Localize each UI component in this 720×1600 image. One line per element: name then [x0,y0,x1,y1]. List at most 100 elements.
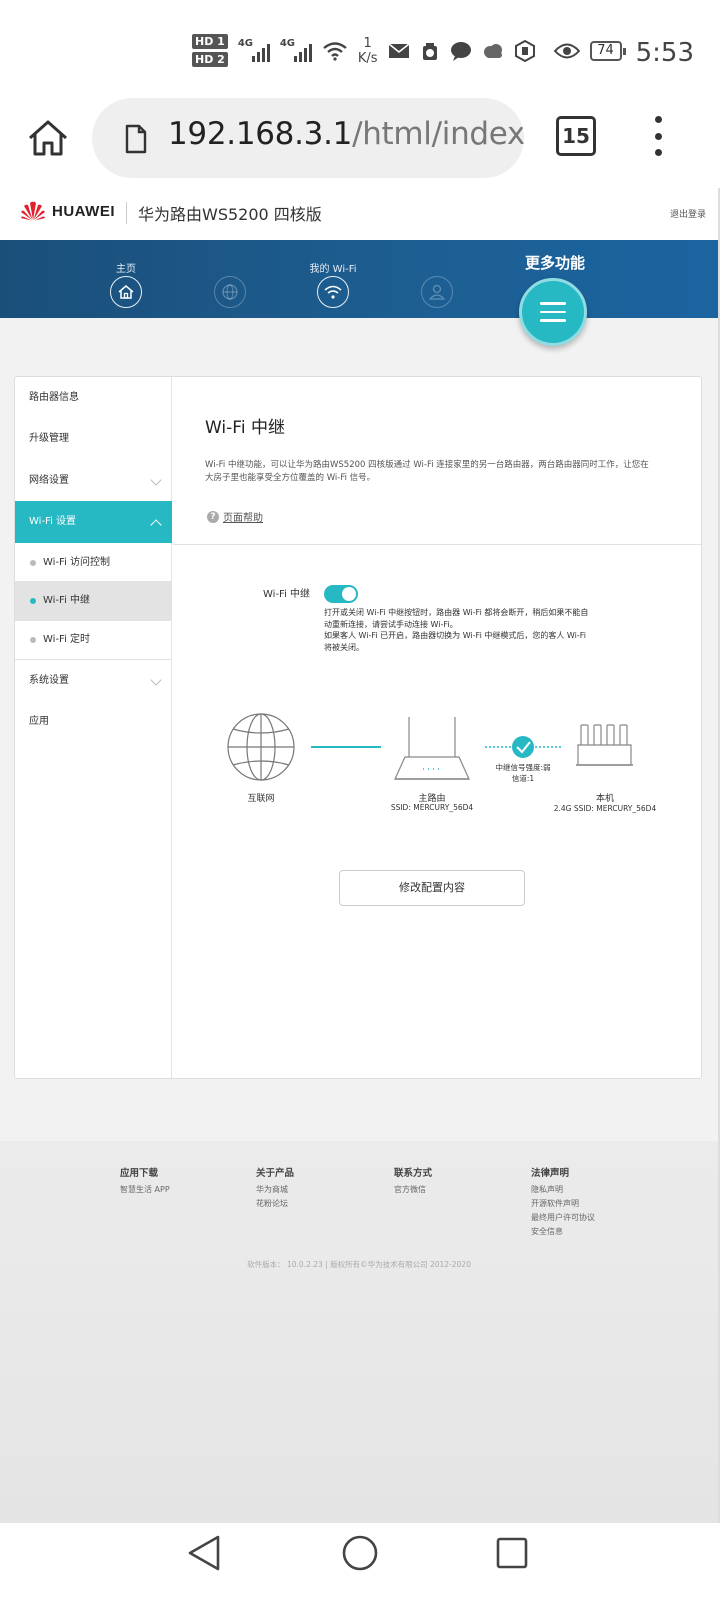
this-device-ssid: 2.4G SSID: MERCURY_56D4 [553,804,657,813]
system-navigation-bar [0,1523,720,1600]
sidebar: 路由器信息 升级管理 网络设置 Wi-Fi 设置 Wi-Fi 访问控制 Wi-F… [15,377,172,1078]
logout-link[interactable]: 退出登录 [670,207,706,220]
sidebar-subitem-wifi-relay[interactable]: Wi-Fi 中继 [15,581,172,621]
sidebar-item-system[interactable]: 系统设置 [15,660,172,702]
top-navigation: 主页 我的 Wi-Fi 更多功能 [0,240,718,318]
speed-value: 1 [363,35,372,51]
help-icon: ? [207,510,219,523]
chevron-down-icon [150,474,162,486]
router-header: HUAWEI 华为路由WS5200 四核版 退出登录 [0,188,718,240]
relay-signal-strength: 中继信号强度:弱 [495,763,551,772]
address-bar[interactable]: 192.168.3.1/html/index [92,98,524,178]
home-circle-icon[interactable] [342,1535,378,1571]
internet-label: 互联网 [247,794,275,804]
footer-col-product: 关于产品 华为商城 花粉论坛 [256,1165,294,1211]
chevron-up-icon [150,519,162,531]
footer-link[interactable]: 开源软件声明 [531,1197,595,1211]
huawei-logo: HUAWEI [20,200,115,222]
recents-icon[interactable] [496,1537,528,1569]
footer-link[interactable]: 安全信息 [531,1225,595,1239]
nav-my-wifi[interactable]: 我的 Wi-Fi [293,260,373,308]
mail-icon [388,42,410,58]
relay-note-1: 打开或关闭 Wi-Fi 中继按钮时，路由器 Wi-Fi 都将会断开，稍后如果不能… [324,608,589,629]
nav-home-icon [110,276,142,308]
more-menu-icon[interactable] [652,116,664,156]
settings-card: 路由器信息 升级管理 网络设置 Wi-Fi 设置 Wi-Fi 访问控制 Wi-F… [14,376,702,1079]
sidebar-item-apps[interactable]: 应用 [15,701,172,743]
browser-toolbar: 192.168.3.1/html/index 15 [0,98,720,178]
page-description: Wi-Fi 中继功能，可以让华为路由WS5200 四核版通过 Wi-Fi 连接家… [205,460,649,483]
relay-toggle-label: Wi-Fi 中继 [263,589,311,600]
page-help-link[interactable]: ? 页面帮助 [207,509,263,524]
signal-1-icon: 4G [237,37,270,62]
nav-users[interactable] [397,260,477,308]
this-router-icon [576,724,633,766]
cloud-icon [483,43,502,58]
relay-channel: 信道:1 [511,774,535,783]
signal-2-icon: 4G [280,38,312,62]
url-host: 192.168.3.1 [168,116,353,152]
sidebar-item-label: Wi-Fi 访问控制 [43,557,111,568]
footer-link[interactable]: 隐私声明 [531,1183,595,1197]
clock: 5:53 [635,38,694,68]
nav-globe-icon [214,276,246,308]
nav-wifi-icon [317,276,349,308]
this-device-label: 本机 [595,794,614,804]
hd-indicators: HD 1 HD 2 [192,34,228,67]
status-bar: HD 1 HD 2 4G 4G 1 K/s 74 5:53 [0,0,720,100]
url-text: 192.168.3.1/html/index [168,116,524,152]
sidebar-item-upgrade[interactable]: 升级管理 [15,418,172,460]
url-path: /html/index [352,116,524,152]
battery-icon: 74 [589,40,626,61]
signal-1-label: 4G [237,37,253,49]
sidebar-item-router-info[interactable]: 路由器信息 [15,377,172,419]
sidebar-item-label: 网络设置 [29,475,69,486]
footer-link[interactable]: 官方微信 [394,1183,432,1197]
chevron-down-icon [150,674,162,686]
footer-link[interactable]: 花粉论坛 [256,1197,294,1211]
sidebar-item-label: 应用 [29,716,49,727]
sidebar-item-label: 路由器信息 [29,392,79,403]
sidebar-item-network[interactable]: 网络设置 [15,460,172,502]
sidebar-item-label: 系统设置 [29,675,69,686]
brand-name: HUAWEI [52,202,115,220]
nav-user-icon [421,276,453,308]
page-help-label: 页面帮助 [223,513,263,524]
router-web-page: HUAWEI 华为路由WS5200 四核版 退出登录 主页 我的 Wi-Fi 更… [0,188,718,1523]
tab-switcher-button[interactable]: 15 [556,116,596,156]
relay-diagram: 互联网 主路由 SSID: MERCURY_56D4 中继信号强度:弱 信道:1… [173,707,701,817]
sidebar-item-wifi-settings[interactable]: Wi-Fi 设置 [15,501,172,543]
page-footer: 应用下载 智慧生活 APP 关于产品 华为商城 花粉论坛 联系方式 官方微信 法… [0,1141,718,1523]
nav-home-label: 主页 [116,264,136,275]
nav-internet[interactable] [190,260,270,308]
network-speed: 1 K/s [358,36,378,66]
page-info-icon[interactable] [124,124,148,154]
footer-link[interactable]: 华为商城 [256,1183,294,1197]
home-icon[interactable] [26,116,70,160]
sidebar-subitem-wifi-timer[interactable]: Wi-Fi 定时 [15,620,172,660]
header-divider [126,202,127,224]
sidebar-item-label: Wi-Fi 定时 [43,634,91,645]
relay-toggle[interactable] [324,585,358,603]
chat-icon [450,41,471,61]
footer-col-legal: 法律声明 隐私声明 开源软件声明 最终用户许可协议 安全信息 [531,1165,595,1239]
sidebar-item-label: 升级管理 [29,433,69,444]
footer-col-contact: 联系方式 官方微信 [394,1165,432,1197]
nav-home[interactable]: 主页 [86,260,166,308]
sidebar-item-label: Wi-Fi 设置 [29,516,77,527]
modify-config-button[interactable]: 修改配置内容 [339,870,525,906]
relay-note-2: 如果客人 Wi-Fi 已开启，路由器切换为 Wi-Fi 中继模式后，您的客人 W… [324,631,586,652]
back-icon[interactable] [188,1535,220,1571]
footer-link[interactable]: 最终用户许可协议 [531,1211,595,1225]
shield-icon [514,39,535,62]
footer-link[interactable]: 智慧生活 APP [120,1183,170,1197]
footer-heading: 联系方式 [394,1168,433,1179]
main-content: Wi-Fi 中继 Wi-Fi 中继功能，可以让华为路由WS5200 四核版通过 … [173,377,701,1078]
more-features-button[interactable] [519,278,587,346]
sidebar-subitem-wifi-access[interactable]: Wi-Fi 访问控制 [15,543,172,583]
main-router-icon [394,717,470,780]
internet-globe-icon [227,713,295,781]
footer-heading: 法律声明 [531,1168,570,1179]
footer-heading: 关于产品 [256,1168,295,1179]
main-router-ssid: SSID: MERCURY_56D4 [390,803,474,812]
